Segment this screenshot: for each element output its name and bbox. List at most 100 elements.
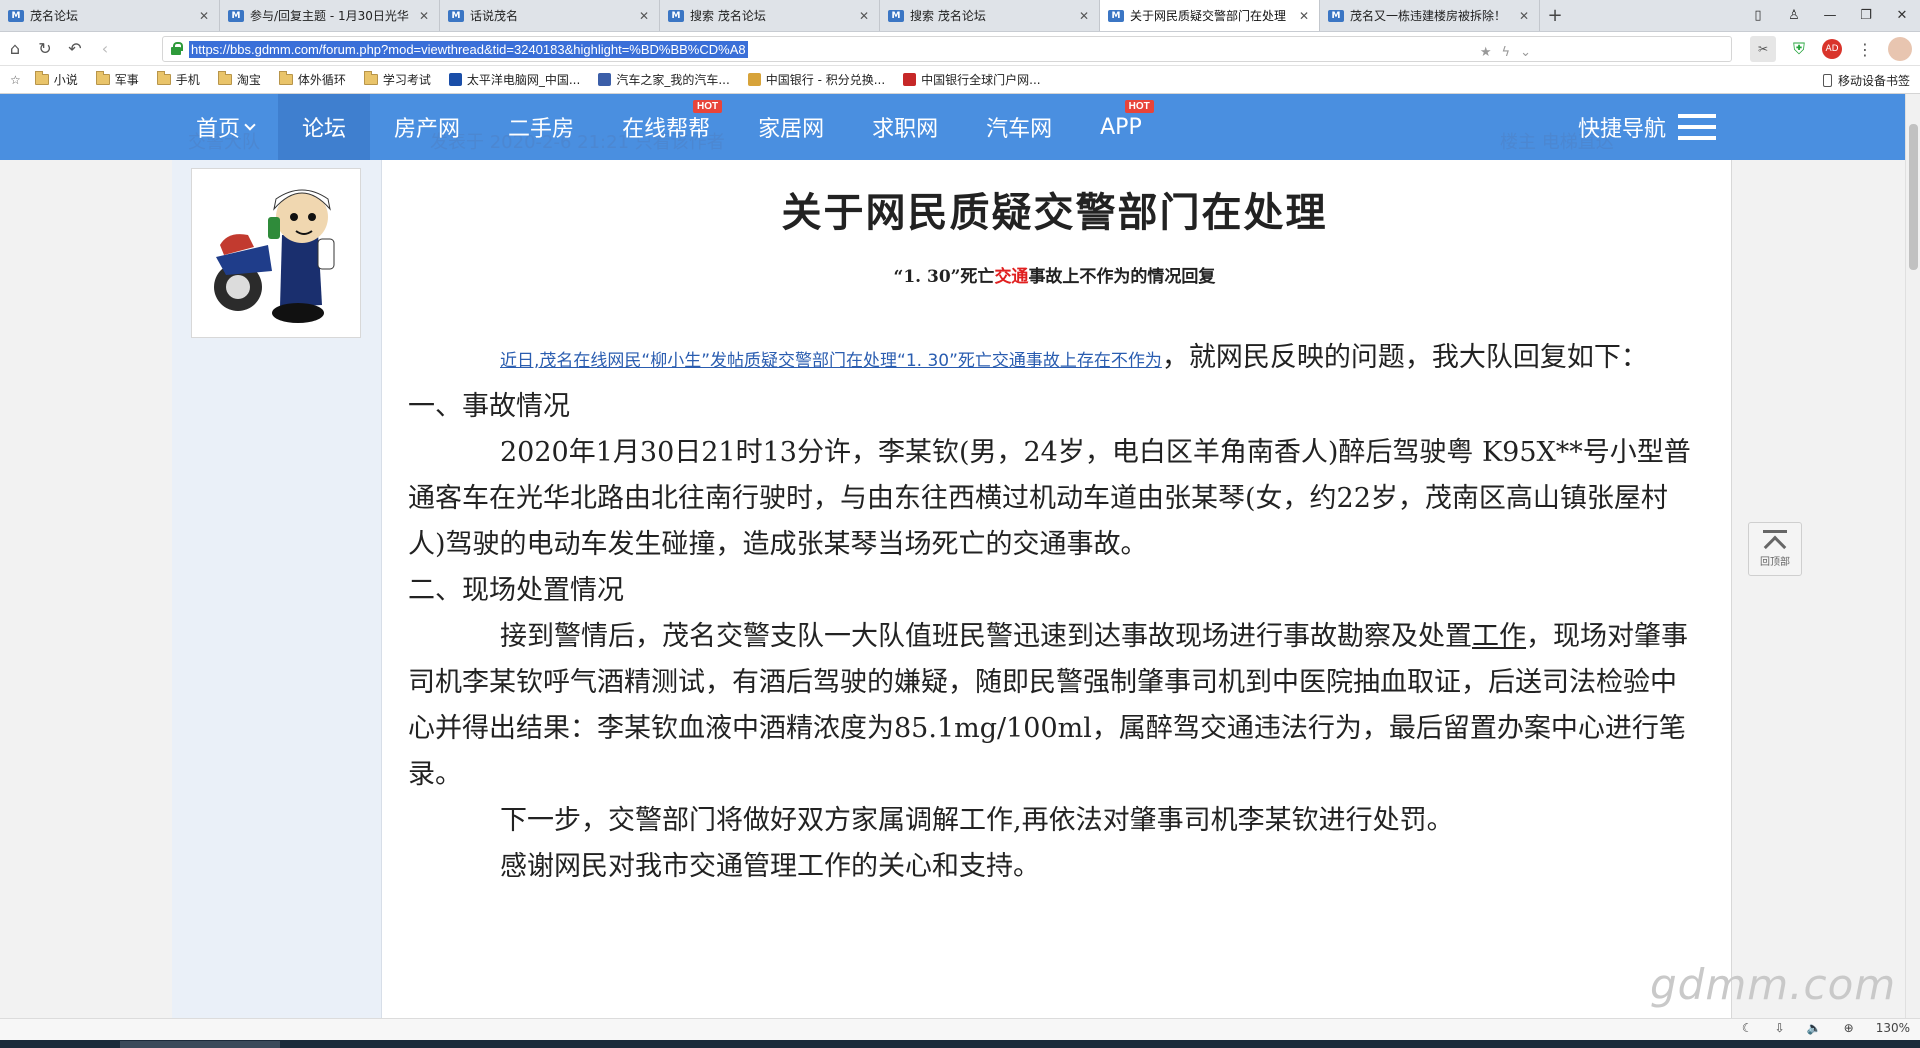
tab-close-icon[interactable]: ✕ [857, 9, 871, 23]
undo-close-icon[interactable]: ↶ [60, 34, 90, 64]
nav-label: 二手房 [508, 117, 575, 142]
author-avatar[interactable] [191, 168, 361, 338]
site-nav-item[interactable]: 汽车网 [962, 94, 1076, 160]
post-subtitle: “1. 30”死亡交通事故上不作为的情况回复 [408, 262, 1701, 287]
home-icon[interactable]: ⌂ [0, 34, 30, 64]
taskbar-app-button[interactable] [120, 1041, 280, 1048]
url-text[interactable]: https://bbs.gdmm.com/forum.php?mod=viewt… [189, 40, 748, 58]
top-bar-icon [1763, 530, 1787, 533]
bookmark-item[interactable]: 手机 [156, 71, 200, 88]
browser-tab[interactable]: M 茂名论坛 ✕ [0, 0, 220, 31]
tab-close-icon[interactable]: ✕ [1517, 9, 1531, 23]
nav-label: 家居网 [758, 117, 825, 142]
tab-close-icon[interactable]: ✕ [417, 9, 431, 23]
tab-close-icon[interactable]: ✕ [1077, 9, 1091, 23]
site-nav-item[interactable]: 二手房 [484, 94, 598, 160]
close-window-button[interactable]: ✕ [1884, 8, 1920, 23]
bookmarks-bar: ☆ 小说 军事 手机 淘宝 体外循环 学习考试 太平洋电脑网_中国... 汽车之家_我的汽车.… [0, 66, 1920, 94]
site-favicon: M [668, 9, 684, 22]
site-nav-item[interactable]: 论坛 [278, 94, 371, 160]
reload-icon[interactable]: ↻ [30, 34, 60, 64]
os-taskbar [0, 1040, 1920, 1048]
zoom-level[interactable]: 130% [1876, 1021, 1910, 1035]
page-viewport: 关于网民质疑交警部门在处理 “1. 30”死亡交通事故上不作为的情况回复 近日,… [0, 94, 1920, 1018]
accident-paragraph: 2020年1月30日21时13分许，李某钦(男，24岁，电白区羊角南香人)醉后驾… [408, 437, 1691, 560]
site-nav-item[interactable]: 房产网 [370, 94, 484, 160]
tab-close-icon[interactable]: ✕ [637, 9, 651, 23]
back-icon[interactable]: ‹ [90, 34, 120, 64]
bookmark-item[interactable]: 军事 [95, 71, 139, 88]
bookmark-star-icon[interactable]: ☆ [10, 73, 21, 87]
bookmark-item[interactable]: 中国银行 - 积分兑换... [747, 71, 885, 88]
subtitle-text-end: 事故上不作为的情况回复 [1028, 267, 1216, 287]
dropdown-icon[interactable]: ⌄ [1520, 45, 1531, 60]
post-body: 关于网民质疑交警部门在处理 “1. 30”死亡交通事故上不作为的情况回复 近日,… [382, 160, 1732, 1018]
maximize-button[interactable]: ❐ [1848, 8, 1884, 23]
bookmark-item[interactable]: 太平洋电脑网_中国... [448, 71, 580, 88]
menu-dots-icon[interactable]: ⋮ [1852, 36, 1878, 62]
subtitle-highlight: 交通 [994, 267, 1029, 287]
browser-tab[interactable]: M 茂名又一栋违建楼房被拆除！ ✕ [1320, 0, 1540, 31]
site-favicon: M [8, 9, 24, 22]
bookmark-item[interactable]: 淘宝 [217, 71, 261, 88]
bookmark-item[interactable]: 小说 [34, 71, 78, 88]
bookmark-item[interactable]: 中国银行全球门户网... [903, 71, 1041, 88]
quick-nav-button[interactable]: 快捷导航 [1578, 94, 1717, 160]
tab-close-icon[interactable]: ✕ [1297, 9, 1311, 23]
site-nav-item[interactable]: 求职网 [848, 94, 962, 160]
post-container: 关于网民质疑交警部门在处理 “1. 30”死亡交通事故上不作为的情况回复 近日,… [172, 160, 1732, 1018]
lead-paragraph: 近日,茂名在线网民“柳小生”发帖质疑交警部门在处理“1. 30”死亡交通事故上存… [408, 335, 1701, 384]
night-mode-icon[interactable]: ☾ [1742, 1021, 1753, 1035]
scissors-icon[interactable]: ✂ [1750, 36, 1776, 62]
toolbar-extensions: ✂ ⛨ AD ⋮ [1750, 36, 1912, 62]
skin-icon[interactable]: ♙ [1776, 8, 1812, 23]
tab-close-icon[interactable]: ✕ [197, 9, 211, 23]
folder-icon [278, 71, 293, 85]
bookmark-item[interactable]: 学习考试 [363, 71, 431, 88]
folder-icon [34, 71, 49, 85]
nav-label: 论坛 [302, 117, 347, 142]
bookmark-label: 体外循环 [297, 73, 346, 87]
url-input[interactable]: https://bbs.gdmm.com/forum.php?mod=viewt… [162, 36, 1732, 62]
bookmark-item[interactable]: 体外循环 [278, 71, 346, 88]
window-controls: ▯ ♙ — ❐ ✕ [1740, 0, 1920, 31]
shield-icon[interactable]: ⛨ [1786, 36, 1812, 62]
browser-tab[interactable]: M 关于网民质疑交警部门在处理 ✕ [1100, 0, 1320, 31]
bookmark-item[interactable]: 汽车之家_我的汽车... [598, 71, 730, 88]
site-icon [448, 73, 462, 86]
thanks-paragraph: 感谢网民对我市交通管理工作的关心和支持。 [500, 851, 1040, 882]
new-tab-button[interactable]: + [1540, 0, 1570, 31]
star-icon[interactable]: ★ [1480, 45, 1492, 60]
bookmark-label: 小说 [53, 73, 78, 87]
sound-icon[interactable]: 🔈 [1807, 1021, 1822, 1035]
download-icon[interactable]: ⇩ [1775, 1021, 1785, 1035]
site-nav-item[interactable]: APP HOT [1076, 94, 1166, 160]
vertical-scrollbar[interactable] [1905, 94, 1920, 1018]
browser-tab[interactable]: M 搜索 茂名论坛 ✕ [880, 0, 1100, 31]
site-icon [598, 73, 612, 86]
browser-tab[interactable]: M 话说茂名 ✕ [440, 0, 660, 31]
adblock-icon[interactable]: AD [1822, 39, 1842, 59]
site-nav-item[interactable]: 在线帮帮 HOT [598, 94, 734, 160]
chevron-down-icon [244, 118, 256, 131]
mobile-bookmarks[interactable]: 移动设备书签 [1822, 72, 1910, 89]
source-post-link[interactable]: 近日,茂名在线网民“柳小生”发帖质疑交警部门在处理“1. 30”死亡交通事故上存… [500, 351, 1162, 371]
scrollbar-thumb[interactable] [1909, 124, 1918, 270]
site-nav-item[interactable]: 家居网 [734, 94, 848, 160]
zoom-icon[interactable]: ⊕ [1844, 1021, 1854, 1035]
phone-icon [1822, 74, 1832, 87]
site-nav-item[interactable]: 首页 [172, 94, 278, 160]
minimize-button[interactable]: — [1812, 8, 1848, 23]
site-watermark: gdmm.com [1650, 960, 1897, 1009]
handling-text-start: 接到警情后，茂名交警支队一大队值班民警迅速到达事故现场进行事故勘察及处置 [500, 621, 1472, 652]
lightning-icon[interactable]: ϟ [1502, 45, 1511, 60]
quick-nav-label: 快捷导航 [1578, 117, 1667, 142]
browser-tab[interactable]: M 搜索 茂名论坛 ✕ [660, 0, 880, 31]
back-to-top-button[interactable]: 回顶部 [1748, 522, 1802, 576]
site-icon [903, 73, 917, 86]
next-step-paragraph: 下一步，交警部门将做好双方家属调解工作,再依法对肇事司机李某钦进行处罚。 [500, 805, 1454, 836]
sidebar-toggle-icon[interactable]: ▯ [1740, 8, 1776, 23]
profile-avatar[interactable] [1888, 37, 1912, 61]
browser-tab[interactable]: M 参与/回复主题 - 1月30日光华 ✕ [220, 0, 440, 31]
keyword-link[interactable]: 工作 [1472, 621, 1526, 652]
